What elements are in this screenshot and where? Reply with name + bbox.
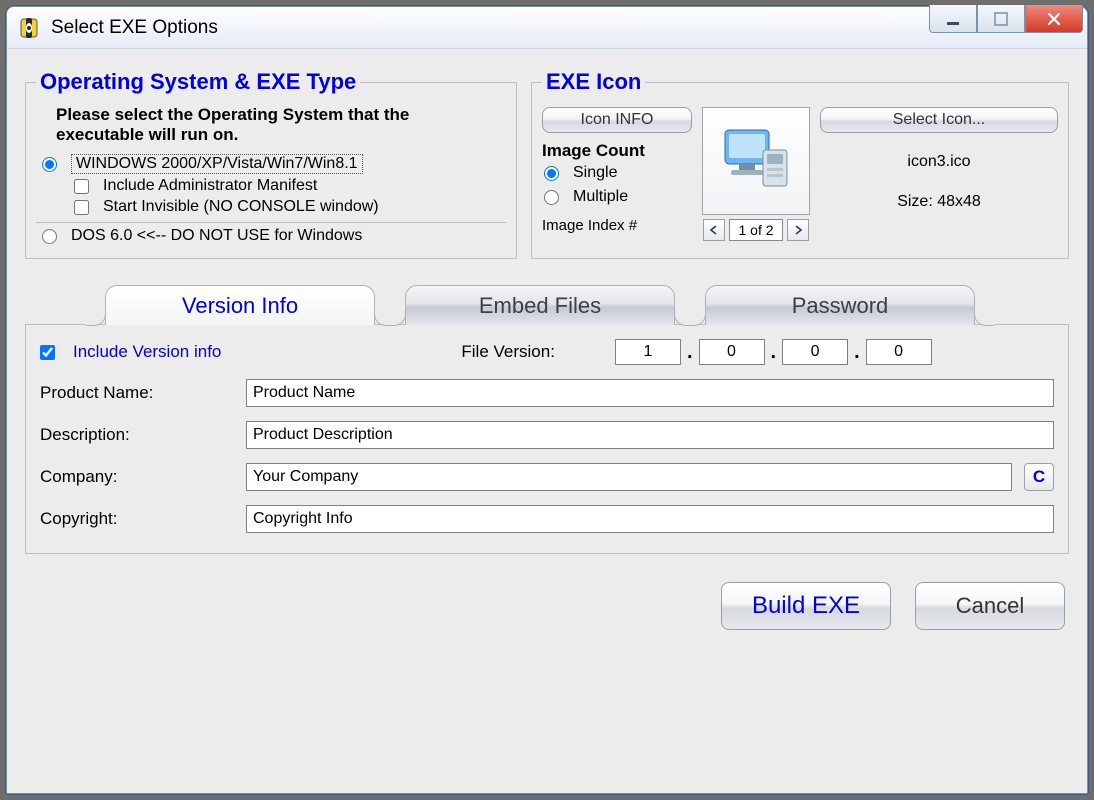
- tab-version-label: Version Info: [182, 293, 298, 319]
- image-index-label: Image Index #: [542, 217, 692, 234]
- version-major-field[interactable]: [615, 339, 681, 365]
- cancel-button[interactable]: Cancel: [915, 582, 1065, 630]
- radio-multiple-label[interactable]: Multiple: [573, 188, 628, 206]
- window-controls: [929, 5, 1083, 33]
- tab-strip: Version Info Embed Files Password: [105, 285, 1069, 325]
- product-name-field[interactable]: [246, 379, 1054, 407]
- version-rev-field[interactable]: [866, 339, 932, 365]
- image-index-value: 1 of 2: [729, 219, 783, 241]
- select-icon-button[interactable]: Select Icon...: [820, 107, 1058, 133]
- description-label: Description:: [40, 425, 240, 445]
- company-field[interactable]: [246, 463, 1012, 491]
- app-icon: [17, 16, 41, 40]
- version-build-field[interactable]: [782, 339, 848, 365]
- checkbox-include-version[interactable]: [40, 345, 55, 360]
- checkbox-start-invisible[interactable]: [74, 200, 89, 215]
- copyright-field[interactable]: [246, 505, 1054, 533]
- version-minor-field[interactable]: [699, 339, 765, 365]
- radio-windows-label[interactable]: WINDOWS 2000/XP/Vista/Win7/Win8.1: [71, 154, 363, 174]
- client-area: Operating System & EXE Type Please selec…: [7, 49, 1087, 793]
- titlebar[interactable]: Select EXE Options: [7, 7, 1087, 49]
- radio-multiple[interactable]: [544, 190, 559, 205]
- version-info-panel: Include Version info File Version: . . .…: [25, 324, 1069, 554]
- icon-filename: icon3.ico: [907, 153, 970, 171]
- icon-size: Size: 48x48: [897, 193, 981, 211]
- image-index-stepper: 1 of 2: [703, 219, 809, 241]
- checkbox-admin-manifest[interactable]: [74, 179, 89, 194]
- tab-embed-files[interactable]: Embed Files: [405, 285, 675, 325]
- company-label: Company:: [40, 467, 240, 487]
- close-button[interactable]: [1025, 5, 1083, 33]
- radio-dos[interactable]: [42, 229, 57, 244]
- checkbox-admin-label[interactable]: Include Administrator Manifest: [103, 177, 317, 195]
- divider: [36, 222, 506, 223]
- maximize-button[interactable]: [977, 5, 1025, 33]
- copyright-label: Copyright:: [40, 509, 240, 529]
- tab-password-label: Password: [792, 293, 889, 319]
- icon-info-button[interactable]: Icon INFO: [542, 107, 692, 133]
- dialog-window: Select EXE Options Operating System & EX…: [6, 6, 1088, 794]
- tab-password[interactable]: Password: [705, 285, 975, 325]
- icon-preview: [702, 107, 810, 215]
- window-title: Select EXE Options: [51, 17, 218, 39]
- product-name-label: Product Name:: [40, 383, 240, 403]
- radio-single[interactable]: [544, 166, 559, 181]
- next-index-button[interactable]: [787, 219, 809, 241]
- tab-version-info[interactable]: Version Info: [105, 285, 375, 325]
- exe-icon-group: EXE Icon Icon INFO Image Count Single Mu…: [531, 69, 1069, 259]
- image-count-header: Image Count: [542, 141, 692, 161]
- radio-windows[interactable]: [42, 157, 57, 172]
- checkbox-invisible-label[interactable]: Start Invisible (NO CONSOLE window): [103, 198, 379, 216]
- os-exe-type-group: Operating System & EXE Type Please selec…: [25, 69, 517, 259]
- dialog-buttons: Build EXE Cancel: [25, 582, 1069, 630]
- radio-dos-label[interactable]: DOS 6.0 <<-- DO NOT USE for Windows: [71, 227, 362, 245]
- tab-embed-label: Embed Files: [479, 293, 601, 319]
- os-instruction: Please select the Operating System that …: [36, 103, 506, 151]
- file-version-fields: . . .: [615, 339, 932, 365]
- icon-group-title: EXE Icon: [542, 69, 645, 95]
- radio-single-label[interactable]: Single: [573, 164, 617, 182]
- company-helper-button[interactable]: C: [1024, 463, 1054, 491]
- file-version-label: File Version:: [461, 342, 555, 362]
- minimize-button[interactable]: [929, 5, 977, 33]
- build-exe-button[interactable]: Build EXE: [721, 582, 891, 630]
- description-field[interactable]: [246, 421, 1054, 449]
- include-version-label[interactable]: Include Version info: [73, 342, 221, 362]
- prev-index-button[interactable]: [703, 219, 725, 241]
- os-group-title: Operating System & EXE Type: [36, 69, 360, 95]
